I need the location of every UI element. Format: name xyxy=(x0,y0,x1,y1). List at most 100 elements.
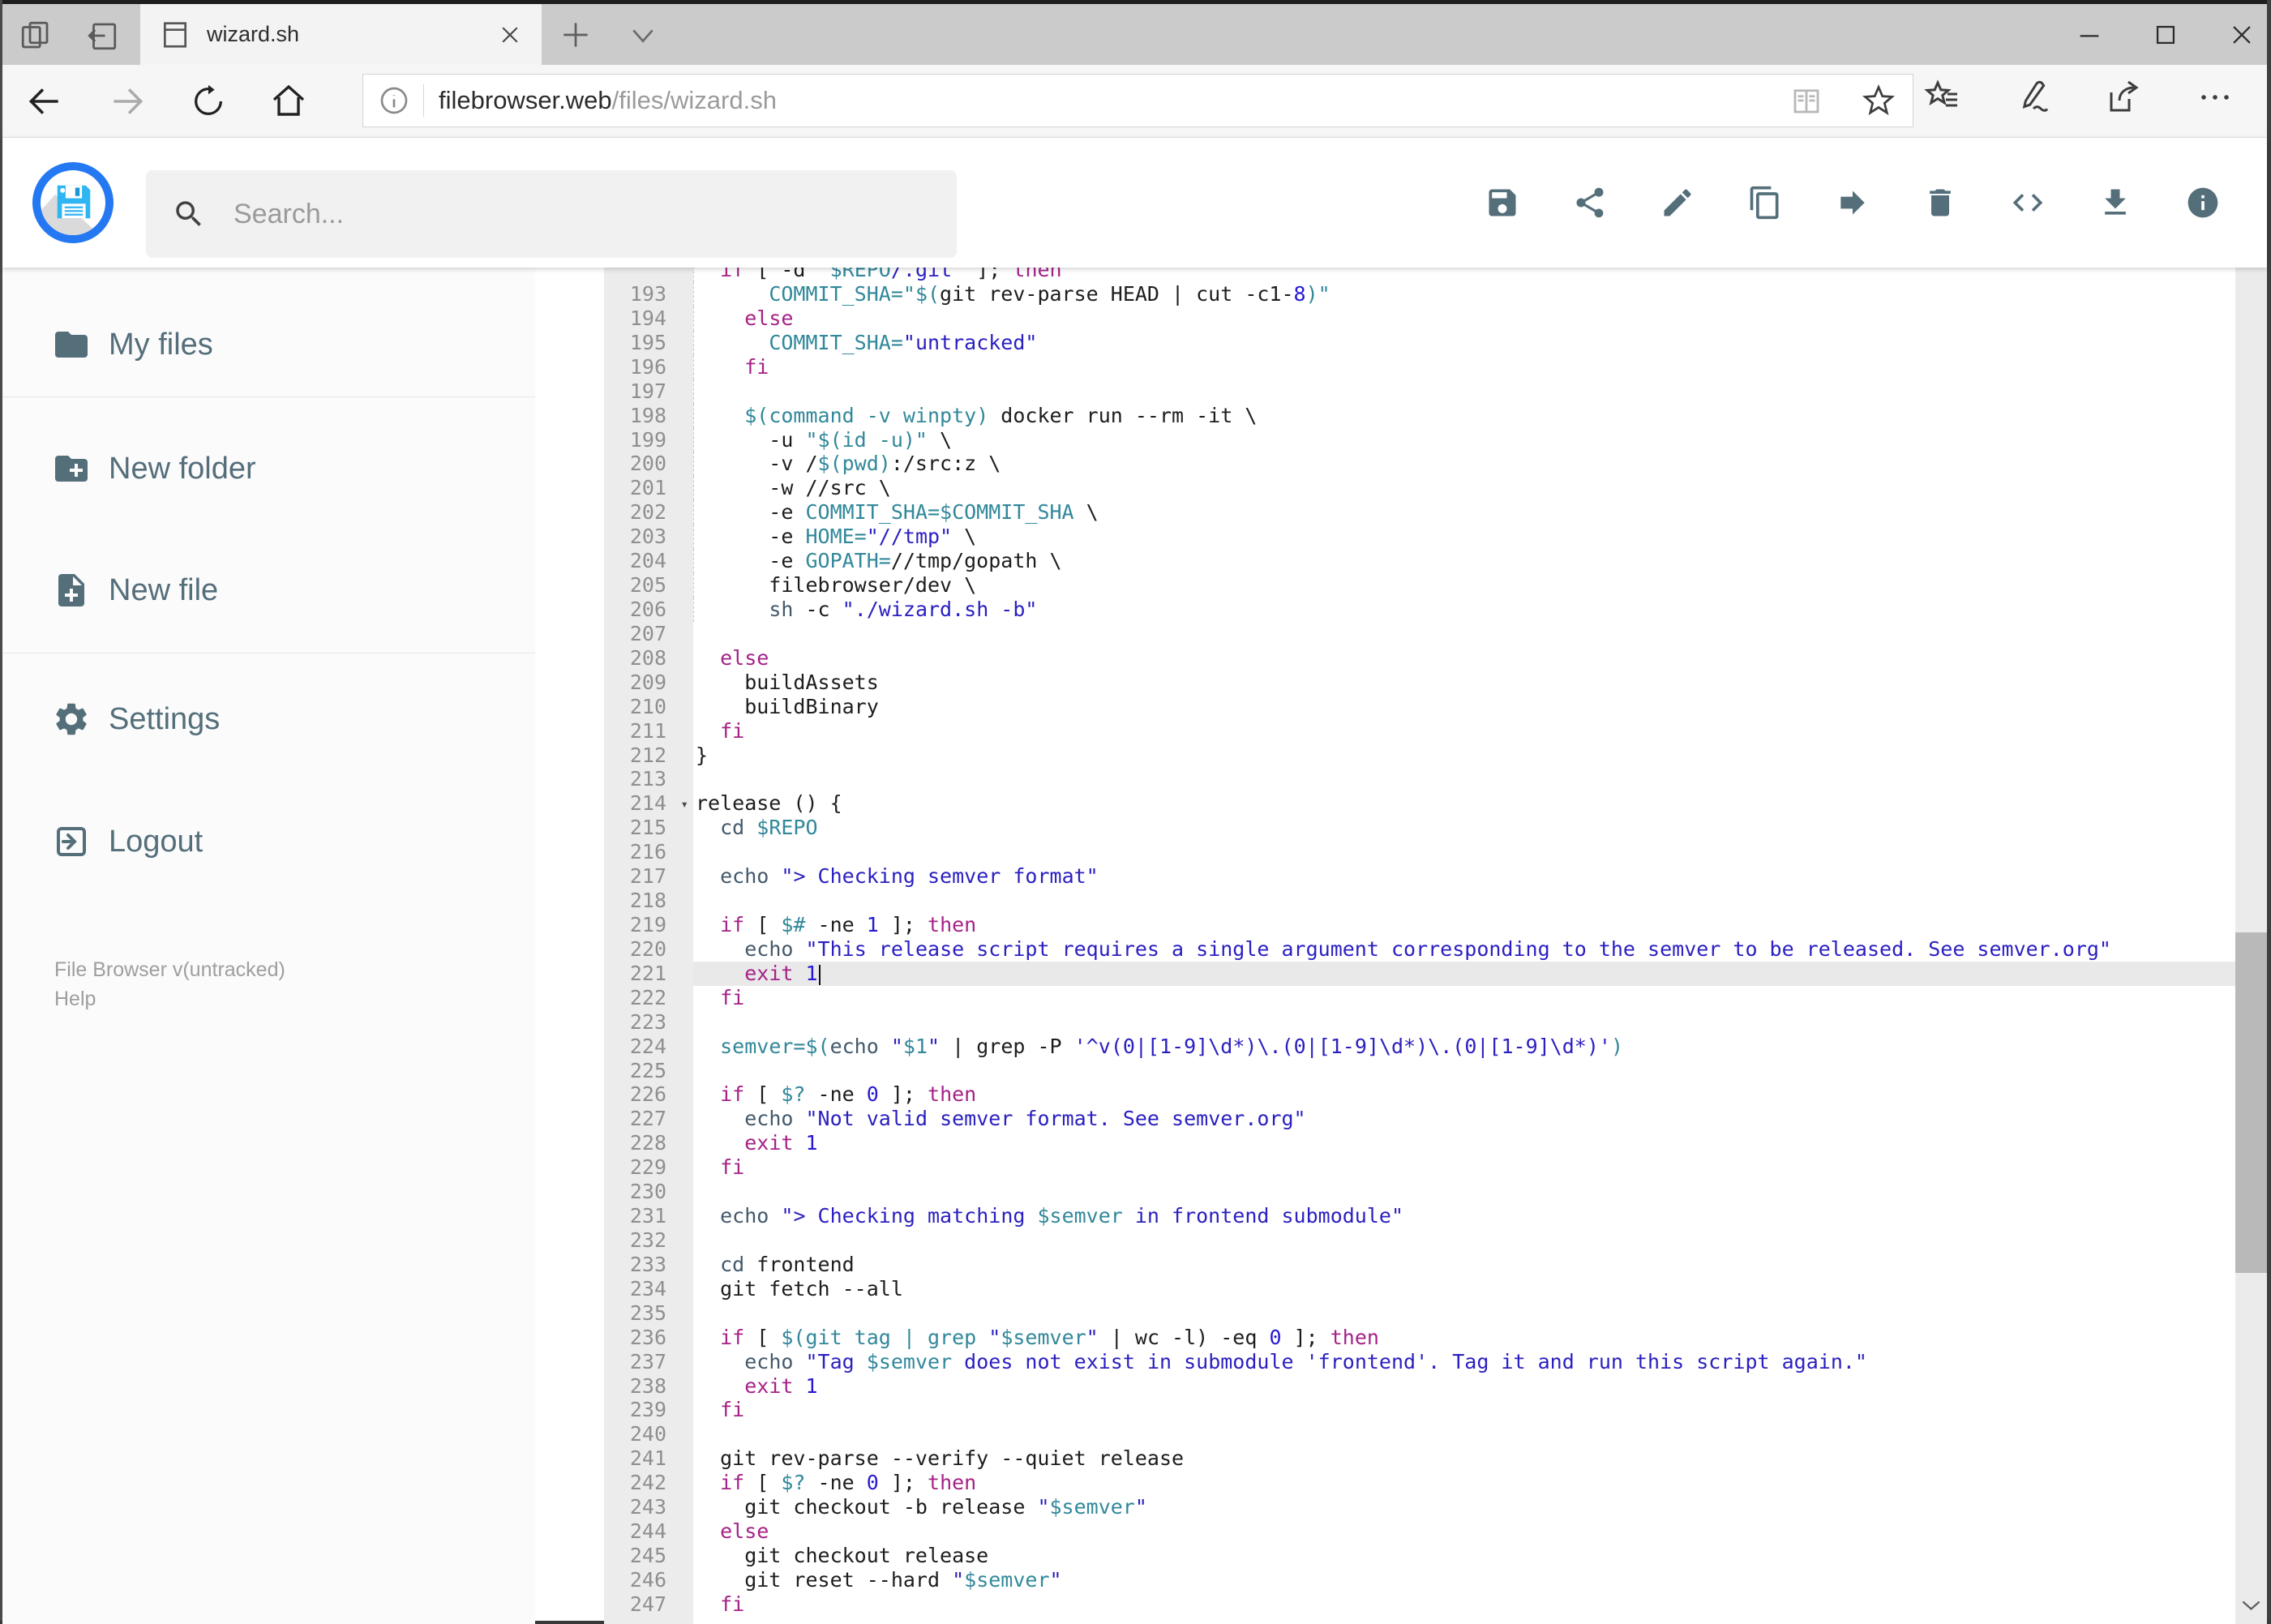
code-line[interactable]: if [ -d "$REPO/.git" ]; then xyxy=(604,268,2235,283)
address-bar[interactable]: filebrowser.web/files/wizard.sh xyxy=(362,74,1913,127)
code-line[interactable]: 237 echo "Tag $semver does not exist in … xyxy=(604,1349,2235,1374)
edit-button[interactable] xyxy=(1660,185,1695,221)
code-line[interactable]: 206 sh -c "./wizard.sh -b" xyxy=(604,598,2235,622)
code-line[interactable]: 244 else xyxy=(604,1519,2235,1544)
code-line[interactable]: 213 xyxy=(604,767,2235,792)
sidebar-item-settings[interactable]: Settings xyxy=(2,694,535,744)
code-line[interactable]: 204 -e GOPATH=//tmp/gopath \ xyxy=(604,549,2235,574)
sidebar-item-my-files[interactable]: My files xyxy=(2,319,535,370)
code-view-button[interactable] xyxy=(2010,185,2046,221)
code-line[interactable]: 212} xyxy=(604,743,2235,768)
download-button[interactable] xyxy=(2097,185,2133,221)
code-line[interactable]: 203 -e HOME="//tmp" \ xyxy=(604,525,2235,550)
code-line[interactable]: 230 xyxy=(604,1180,2235,1205)
code-line[interactable]: 224 semver=$(echo "$1" | grep -P '^v(0|[… xyxy=(604,1034,2235,1059)
code-line[interactable]: 235 xyxy=(604,1300,2235,1326)
code-line[interactable]: 229 fi xyxy=(604,1155,2235,1181)
maximize-button[interactable] xyxy=(2152,21,2179,49)
sidebar-item-new-file[interactable]: New file xyxy=(2,565,535,615)
tab-preview-icon[interactable] xyxy=(19,19,53,53)
code-line[interactable]: 231 echo "> Checking matching $semver in… xyxy=(604,1204,2235,1228)
code-line[interactable]: 222 fi xyxy=(604,985,2235,1010)
code-line[interactable]: 220 echo "This release script requires a… xyxy=(604,936,2235,962)
code-line[interactable]: 246 git reset --hard "$semver" xyxy=(604,1567,2235,1592)
code-line[interactable]: 218 xyxy=(604,889,2235,913)
sidebar-item-new-folder[interactable]: New folder xyxy=(2,443,535,494)
more-ellipsis-icon[interactable] xyxy=(2196,78,2235,117)
code-line[interactable]: 223 xyxy=(604,1009,2235,1035)
share-button[interactable] xyxy=(1572,185,1608,221)
delete-button[interactable] xyxy=(1922,185,1958,221)
code-line[interactable]: 199 -u "$(id -u)" \ xyxy=(604,427,2235,452)
code-line[interactable]: 205 filebrowser/dev \ xyxy=(604,573,2235,598)
annotate-pen-icon[interactable] xyxy=(2014,78,2053,117)
minimize-button[interactable] xyxy=(2076,21,2103,49)
code-line[interactable]: 216 xyxy=(604,840,2235,865)
page-scrollbar[interactable] xyxy=(2235,144,2267,1624)
code-line[interactable]: 202 -e COMMIT_SHA=$COMMIT_SHA \ xyxy=(604,500,2235,525)
code-line[interactable]: 228 exit 1 xyxy=(604,1131,2235,1156)
code-line[interactable]: 232 xyxy=(604,1228,2235,1253)
help-link[interactable]: Help xyxy=(54,988,96,1011)
refresh-icon[interactable] xyxy=(190,83,227,120)
code-line[interactable]: 195 COMMIT_SHA="untracked" xyxy=(604,330,2235,355)
code-line[interactable]: 211 fi xyxy=(604,718,2235,743)
code-line[interactable]: 215 cd $REPO xyxy=(604,816,2235,841)
back-icon[interactable] xyxy=(24,81,65,122)
code-line[interactable]: 247 fi xyxy=(604,1592,2235,1617)
code-line[interactable]: 225 xyxy=(604,1058,2235,1083)
search-input[interactable] xyxy=(232,197,900,231)
code-line[interactable]: 196 fi xyxy=(604,354,2235,379)
sidebar-item-logout[interactable]: Logout xyxy=(2,816,535,867)
code-line[interactable]: 241 git rev-parse --verify --quiet relea… xyxy=(604,1446,2235,1472)
code-line[interactable]: 243 git checkout -b release "$semver" xyxy=(604,1495,2235,1520)
code-line[interactable]: 193 COMMIT_SHA="$(git rev-parse HEAD | c… xyxy=(604,282,2235,306)
code-line[interactable]: 227 echo "Not valid semver format. See s… xyxy=(604,1107,2235,1132)
set-tabs-aside-icon[interactable] xyxy=(85,19,119,53)
search-bar[interactable] xyxy=(146,170,957,258)
code-line[interactable]: 221 exit 1 xyxy=(604,961,2235,986)
code-line[interactable]: 240 xyxy=(604,1422,2235,1447)
share-icon[interactable] xyxy=(2105,78,2144,117)
code-line[interactable]: 198 $(command -v winpty) docker run --rm… xyxy=(604,403,2235,428)
code-line[interactable]: 209 buildAssets xyxy=(604,670,2235,695)
site-info-icon[interactable] xyxy=(378,84,410,117)
scrollbar-thumb[interactable] xyxy=(2235,932,2267,1273)
code-editor[interactable]: if [ -d "$REPO/.git" ]; then 193 COMMIT_S… xyxy=(604,268,2235,1624)
code-line[interactable]: 208 else xyxy=(604,645,2235,671)
url-text[interactable]: filebrowser.web/files/wizard.sh xyxy=(439,86,777,115)
code-line[interactable]: 226 if [ $? -ne 0 ]; then xyxy=(604,1082,2235,1108)
code-line[interactable]: 201 -w //src \ xyxy=(604,476,2235,501)
code-line[interactable]: 217 echo "> Checking semver format" xyxy=(604,864,2235,889)
favorite-star-icon[interactable] xyxy=(1861,83,1896,118)
scroll-down-icon[interactable] xyxy=(2240,1598,2262,1613)
reading-view-icon[interactable] xyxy=(1789,84,1823,118)
code-line[interactable]: 242 if [ $? -ne 0 ]; then xyxy=(604,1471,2235,1496)
fold-arrow-icon[interactable]: ▾ xyxy=(680,792,688,816)
code-line[interactable]: 194 else xyxy=(604,306,2235,331)
code-line[interactable]: 233 cd frontend xyxy=(604,1252,2235,1277)
home-icon[interactable] xyxy=(269,82,308,121)
code-line[interactable]: 210 buildBinary xyxy=(604,694,2235,719)
info-button[interactable] xyxy=(2185,185,2221,221)
code-line[interactable]: 234 git fetch --all xyxy=(604,1276,2235,1301)
code-line[interactable]: 239 fi xyxy=(604,1398,2235,1423)
code-line[interactable]: 214 ▾ release () { xyxy=(604,791,2235,816)
code-line[interactable]: 200 -v /$(pwd):/src:z \ xyxy=(604,452,2235,477)
code-line[interactable]: 219 if [ $# -ne 1 ]; then xyxy=(604,913,2235,937)
tab-list-chevron-icon[interactable] xyxy=(627,25,659,46)
code-line[interactable]: 245 git checkout release xyxy=(604,1543,2235,1568)
code-line[interactable]: 197 xyxy=(604,379,2235,404)
browser-tab-active[interactable]: wizard.sh xyxy=(140,4,542,65)
code-line[interactable]: 236 if [ $(git tag | grep "$semver" | wc… xyxy=(604,1325,2235,1350)
forward-icon[interactable] xyxy=(107,81,148,122)
tab-close-icon[interactable] xyxy=(498,23,522,47)
move-button[interactable] xyxy=(1835,185,1870,221)
filebrowser-logo[interactable] xyxy=(32,162,114,243)
code-line[interactable]: 207 xyxy=(604,621,2235,646)
code-line[interactable]: 238 exit 1 xyxy=(604,1373,2235,1399)
hub-favorites-list-icon[interactable] xyxy=(1923,78,1962,117)
save-button[interactable] xyxy=(1485,185,1520,221)
copy-button[interactable] xyxy=(1747,185,1783,221)
close-window-button[interactable] xyxy=(2228,21,2256,49)
